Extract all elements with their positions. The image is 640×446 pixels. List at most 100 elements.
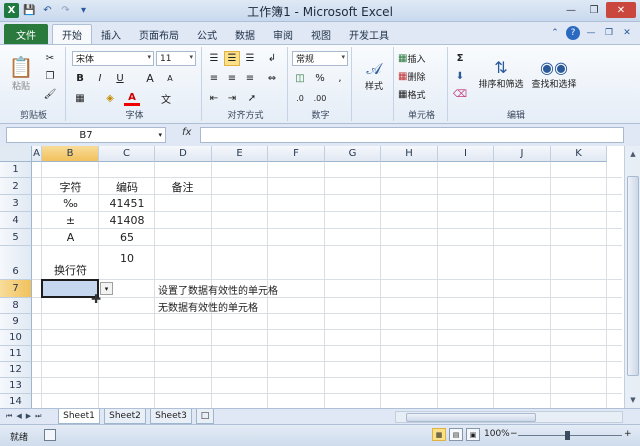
doc-restore-icon[interactable]: ❐ [602, 26, 616, 40]
row-header-7[interactable]: 7 [0, 280, 32, 298]
ribbon-collapse-icon[interactable]: ⌃ [548, 26, 562, 40]
row-header-10[interactable]: 10 [0, 330, 32, 346]
cell-b3[interactable]: ‰ [42, 195, 99, 212]
name-box[interactable]: B7 ▾ [6, 127, 166, 143]
font-color-button[interactable]: A [124, 91, 140, 106]
comma-style-icon[interactable]: , [332, 71, 348, 86]
cell-d7[interactable]: 设置了数据有效性的单元格 [155, 280, 335, 298]
help-icon[interactable]: ? [566, 26, 580, 40]
cell-c6[interactable]: 10 [99, 246, 155, 280]
page-break-view-icon[interactable]: ▣ [466, 428, 480, 441]
column-header-a[interactable]: A [32, 146, 42, 162]
fill-icon[interactable]: ⬇ [452, 69, 468, 84]
cell-b2[interactable]: 字符 [42, 178, 99, 195]
underline-button[interactable]: U [112, 71, 128, 86]
horizontal-scrollbar[interactable] [395, 411, 623, 423]
find-select-button[interactable]: ◉◉ 查找和选择 [528, 49, 580, 99]
cell-c3[interactable]: 41451 [99, 195, 155, 212]
doc-close-icon[interactable]: ✕ [620, 26, 634, 40]
cell-c5[interactable]: 65 [99, 229, 155, 246]
increase-decimal-icon[interactable]: .0 [292, 91, 308, 106]
tab-data[interactable]: 数据 [226, 24, 264, 44]
validation-dropdown-icon[interactable]: ▾ [100, 282, 113, 295]
paste-button[interactable]: 📋 粘贴 [6, 49, 36, 97]
worksheet-grid[interactable]: ABCDEFGHIJK123456789101112131415▾✚字符编码备注… [0, 146, 640, 408]
row-header-11[interactable]: 11 [0, 346, 32, 362]
horizontal-scroll-thumb[interactable] [406, 413, 536, 422]
cell-c4[interactable]: 41408 [99, 212, 155, 229]
scroll-up-icon[interactable]: ▲ [627, 148, 639, 160]
row-header-3[interactable]: 3 [0, 195, 32, 212]
zoom-slider[interactable] [518, 435, 622, 436]
tab-view[interactable]: 视图 [302, 24, 340, 44]
vertical-scroll-thumb[interactable] [627, 176, 639, 376]
wrap-text-icon[interactable]: ↲ [264, 51, 280, 66]
align-right-icon[interactable]: ≡ [242, 71, 258, 86]
tab-review[interactable]: 审阅 [264, 24, 302, 44]
column-header-f[interactable]: F [268, 146, 325, 162]
font-size-combo[interactable]: 11 ▾ [156, 51, 196, 66]
cell-d8[interactable]: 无数据有效性的单元格 [155, 298, 335, 314]
phonetic-button[interactable]: 文 [158, 91, 174, 106]
sheet-tab-sheet1[interactable]: Sheet1 [58, 409, 100, 424]
format-cells-button[interactable]: ▦ 格式 [398, 87, 425, 102]
number-format-combo[interactable]: 常规 ▾ [292, 51, 348, 66]
align-top-icon[interactable]: ☰ [206, 51, 222, 66]
first-sheet-icon[interactable]: ⏮ [6, 412, 12, 421]
column-header-g[interactable]: G [325, 146, 381, 162]
grow-font-button[interactable]: A [142, 71, 158, 86]
next-sheet-icon[interactable]: ▶ [26, 412, 31, 421]
cut-icon[interactable]: ✂ [42, 51, 58, 66]
cell-b4[interactable]: ± [42, 212, 99, 229]
column-header-i[interactable]: I [438, 146, 494, 162]
tab-formulas[interactable]: 公式 [188, 24, 226, 44]
tab-home[interactable]: 开始 [52, 24, 92, 44]
column-header-h[interactable]: H [381, 146, 438, 162]
sheet-tab-sheet3[interactable]: Sheet3 [150, 409, 192, 424]
styles-button[interactable]: 𝒜 样式 [358, 51, 390, 99]
last-sheet-icon[interactable]: ⏭ [35, 412, 41, 421]
insert-sheet-icon[interactable]: □ [196, 409, 214, 424]
border-icon[interactable]: ▦ [72, 91, 88, 106]
normal-view-icon[interactable]: ▦ [432, 428, 446, 441]
column-header-b[interactable]: B [42, 146, 99, 162]
select-all-corner[interactable] [0, 146, 32, 162]
accounting-format-icon[interactable]: ◫ [292, 71, 308, 86]
vertical-scrollbar[interactable]: ▲ ▼ [624, 146, 640, 408]
merge-center-icon[interactable]: ⇔ [264, 71, 280, 86]
orientation-icon[interactable]: ➚ [244, 91, 260, 106]
decrease-decimal-icon[interactable]: .00 [312, 91, 328, 106]
row-header-13[interactable]: 13 [0, 378, 32, 394]
copy-icon[interactable]: ❐ [42, 69, 58, 84]
row-header-4[interactable]: 4 [0, 212, 32, 229]
column-header-c[interactable]: C [99, 146, 155, 162]
zoom-slider-thumb[interactable] [565, 431, 570, 440]
close-icon[interactable]: ✕ [606, 2, 636, 18]
formula-input[interactable] [200, 127, 624, 143]
italic-button[interactable]: I [92, 71, 108, 86]
delete-cells-button[interactable]: ▦ 删除 [398, 69, 425, 84]
sort-filter-button[interactable]: ⇅ 排序和筛选 [476, 49, 526, 99]
zoom-out-icon[interactable]: − [510, 429, 518, 439]
autosum-icon[interactable]: Σ [452, 51, 468, 66]
tab-page-layout[interactable]: 页面布局 [130, 24, 188, 44]
align-center-icon[interactable]: ≡ [224, 71, 240, 86]
tab-developer[interactable]: 开发工具 [340, 24, 398, 44]
shrink-font-button[interactable]: A [162, 71, 178, 86]
row-header-1[interactable]: 1 [0, 162, 32, 178]
row-header-12[interactable]: 12 [0, 362, 32, 378]
scroll-down-icon[interactable]: ▼ [627, 394, 639, 406]
font-name-combo[interactable]: 宋体 ▾ [72, 51, 154, 66]
cell-c2[interactable]: 编码 [99, 178, 155, 195]
align-left-icon[interactable]: ≡ [206, 71, 222, 86]
column-header-k[interactable]: K [551, 146, 607, 162]
cell-b6[interactable]: 换行符 [42, 246, 99, 280]
restore-icon[interactable]: ❐ [583, 2, 605, 18]
minimize-icon[interactable]: — [560, 2, 582, 18]
column-header-d[interactable]: D [155, 146, 212, 162]
doc-minimize-icon[interactable]: — [584, 26, 598, 40]
row-header-6[interactable]: 6 [0, 246, 32, 280]
cell-b5[interactable]: A [42, 229, 99, 246]
sheet-tab-sheet2[interactable]: Sheet2 [104, 409, 146, 424]
tab-insert[interactable]: 插入 [92, 24, 130, 44]
